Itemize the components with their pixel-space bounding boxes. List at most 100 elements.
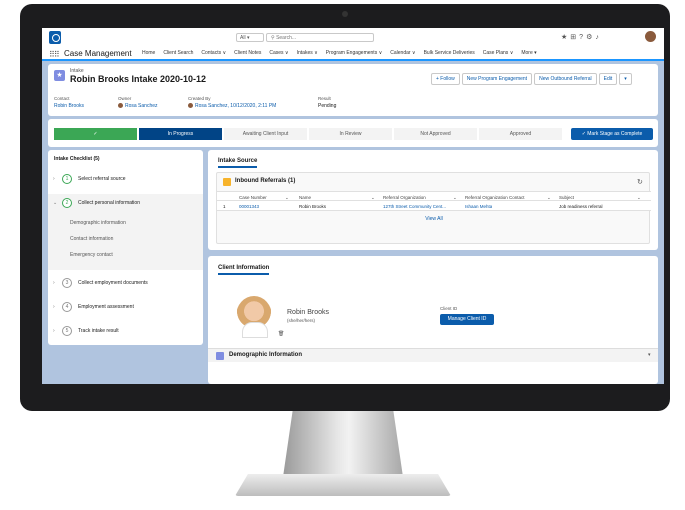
chevron-down-icon[interactable]: ▾ xyxy=(648,352,651,358)
checklist-step-3[interactable]: › 3 Collect employment documents xyxy=(48,274,203,294)
referral-org-link[interactable]: 127th Street Community Cent... xyxy=(383,204,461,209)
col-referral-contact[interactable]: Referral Organization Contact xyxy=(465,195,525,200)
user-avatar[interactable] xyxy=(645,31,656,42)
new-outbound-referral-button[interactable]: New Outbound Referral xyxy=(534,73,597,85)
header-actions: + Follow New Program Engagement New Outbou… xyxy=(431,73,634,85)
col-sort-icon[interactable]: ⌄ xyxy=(371,195,375,201)
intake-source-card: Intake Source Inbound Referrals (1) ↻ Ca… xyxy=(208,150,658,250)
stage-path: ✓ In Progress Awaiting Client Input In Revi… xyxy=(48,119,658,147)
created-by-link[interactable]: Rosa Sanchez, 10/12/2020, 2:11 PM xyxy=(195,103,276,109)
checklist-title: Intake Checklist (5) xyxy=(54,156,100,162)
path-stage[interactable]: In Review xyxy=(309,128,392,140)
record-header: ★ Intake Robin Brooks Intake 2020-10-12 … xyxy=(48,64,658,116)
manage-client-id-button[interactable]: Manage Client ID xyxy=(440,314,494,325)
path-stage[interactable]: Approved xyxy=(479,128,562,140)
search-scope-select[interactable]: All ▾ xyxy=(236,33,264,42)
nav-item[interactable]: Home xyxy=(142,50,155,56)
global-search-input[interactable]: ⚲ Search... xyxy=(266,33,374,42)
chevron-right-icon: › xyxy=(53,280,55,286)
search-placeholder: Search... xyxy=(276,35,297,41)
owner-link[interactable]: Rosa Sanchez xyxy=(125,103,158,109)
checklist-step-4[interactable]: › 4 Employment assessment xyxy=(48,298,203,318)
related-list-title[interactable]: Inbound Referrals (1) xyxy=(235,178,295,184)
field-contact: Contact Robin Brooks xyxy=(54,96,84,109)
col-sort-icon[interactable]: ⌄ xyxy=(285,195,289,201)
camera xyxy=(342,11,348,17)
nav-items: Home Client Search Contacts ∨ Client Notes C… xyxy=(142,50,545,61)
chevron-right-icon: › xyxy=(53,328,55,334)
path-stage[interactable]: ✓ xyxy=(54,128,137,140)
trash-icon[interactable]: 🗑 xyxy=(278,331,284,337)
nav-item[interactable]: Case Plans ∨ xyxy=(483,50,514,56)
path-stage[interactable]: Awaiting Client Input xyxy=(224,128,307,140)
search-icon: ⚲ xyxy=(271,35,275,41)
nav-item[interactable]: Calendar ∨ xyxy=(390,50,415,56)
nav-item[interactable]: Client Search xyxy=(163,50,193,56)
col-sort-icon[interactable]: ⌄ xyxy=(453,195,457,201)
bell-icon[interactable]: ♪ xyxy=(595,34,602,41)
inbound-referrals-list: Inbound Referrals (1) ↻ Case Number ⌄ Na… xyxy=(216,172,651,244)
nav-item[interactable]: Client Notes xyxy=(234,50,261,56)
search-scope-label: All xyxy=(240,35,246,41)
table-row: 1 00001343 Robin Brooks 127th Street Com… xyxy=(217,201,651,211)
mark-stage-complete-button[interactable]: ✓ Mark Stage as Complete xyxy=(571,128,653,140)
path-stage[interactable]: Not Approved xyxy=(394,128,477,140)
checklist-step-2[interactable]: ⌄ 2 Collect personal information Demogra… xyxy=(48,194,203,270)
col-referral-org[interactable]: Referral Organization xyxy=(383,195,426,200)
intake-record-icon: ★ xyxy=(54,70,65,81)
nav-item[interactable]: Bulk Service Deliveries xyxy=(424,50,475,56)
gear-icon[interactable]: ⚙ xyxy=(586,34,595,41)
col-sort-icon[interactable]: ⌄ xyxy=(547,195,551,201)
demographic-section-header[interactable]: Demographic Information ▾ xyxy=(208,348,658,362)
nav-item[interactable]: Cases ∨ xyxy=(269,50,288,56)
path-stage[interactable]: In Progress xyxy=(139,128,222,140)
col-subject[interactable]: Subject xyxy=(559,195,574,200)
nav-item[interactable]: Contacts ∨ xyxy=(201,50,226,56)
monitor-scene: All ▾ ⚲ Search... ★⊞?⚙♪ ⠿⠿ Case Manageme… xyxy=(0,0,685,510)
col-case-number[interactable]: Case Number xyxy=(239,195,267,200)
substep-contact[interactable]: Contact information xyxy=(70,236,113,242)
col-name[interactable]: Name xyxy=(299,195,311,200)
checklist-step-1[interactable]: › 1 Select referral source xyxy=(48,170,203,190)
step-label: Select referral source xyxy=(78,176,126,182)
monitor-stand xyxy=(283,411,403,477)
creator-avatar xyxy=(188,103,193,109)
refresh-icon[interactable]: ↻ xyxy=(637,178,643,186)
add-icon[interactable]: ⊞ xyxy=(570,34,579,41)
referral-contact-link[interactable]: Ishaan Mehta xyxy=(465,204,492,209)
step-label: Collect personal information xyxy=(78,200,140,206)
step-number: 5 xyxy=(62,326,72,336)
step-label: Collect employment documents xyxy=(78,280,148,286)
nav-item[interactable]: Program Engagements ∨ xyxy=(326,50,382,56)
tab-client-information[interactable]: Client Information xyxy=(218,265,270,275)
edit-button[interactable]: Edit xyxy=(598,73,618,85)
new-program-engagement-button[interactable]: New Program Engagement xyxy=(461,73,533,85)
step-number: 4 xyxy=(62,302,72,312)
field-created-by: Created By Rosa Sanchez, 10/12/2020, 2:1… xyxy=(188,96,276,109)
substep-emergency[interactable]: Emergency contact xyxy=(70,252,113,258)
col-sort-icon[interactable]: ⌄ xyxy=(637,195,641,201)
follow-button[interactable]: + Follow xyxy=(431,73,460,85)
app-nav-bar: ⠿⠿ Case Management Home Client Search Cont… xyxy=(42,46,664,61)
case-number-link[interactable]: 00001343 xyxy=(239,204,259,209)
chevron-right-icon: › xyxy=(53,176,55,182)
main-content: Intake Source Inbound Referrals (1) ↻ Ca… xyxy=(208,150,658,384)
header-icons: ★⊞?⚙♪ xyxy=(561,33,602,41)
favorites-icon[interactable]: ★ xyxy=(561,34,570,41)
client-name: Robin Brooks xyxy=(287,309,330,316)
substep-demographic[interactable]: Demographic information xyxy=(70,220,126,226)
checklist-step-5[interactable]: › 5 Track intake result xyxy=(48,322,203,342)
contact-link[interactable]: Robin Brooks xyxy=(54,103,84,109)
nav-item[interactable]: Intakes ∨ xyxy=(296,50,318,61)
client-pronouns: (she/her/hers) xyxy=(287,318,316,323)
more-actions-button[interactable]: ▾ xyxy=(619,73,632,85)
tab-intake-source[interactable]: Intake Source xyxy=(218,158,258,168)
nav-item[interactable]: More ▾ xyxy=(521,50,536,56)
row-index: 1 xyxy=(223,203,226,209)
step-number: 3 xyxy=(62,278,72,288)
view-all-link[interactable]: View All xyxy=(217,216,651,222)
app-launcher-icon[interactable]: ⠿⠿ xyxy=(49,50,60,59)
chevron-down-icon: ⌄ xyxy=(53,200,58,206)
client-id-label: Client ID xyxy=(440,306,458,311)
field-owner: Owner Rosa Sanchez xyxy=(118,96,158,109)
